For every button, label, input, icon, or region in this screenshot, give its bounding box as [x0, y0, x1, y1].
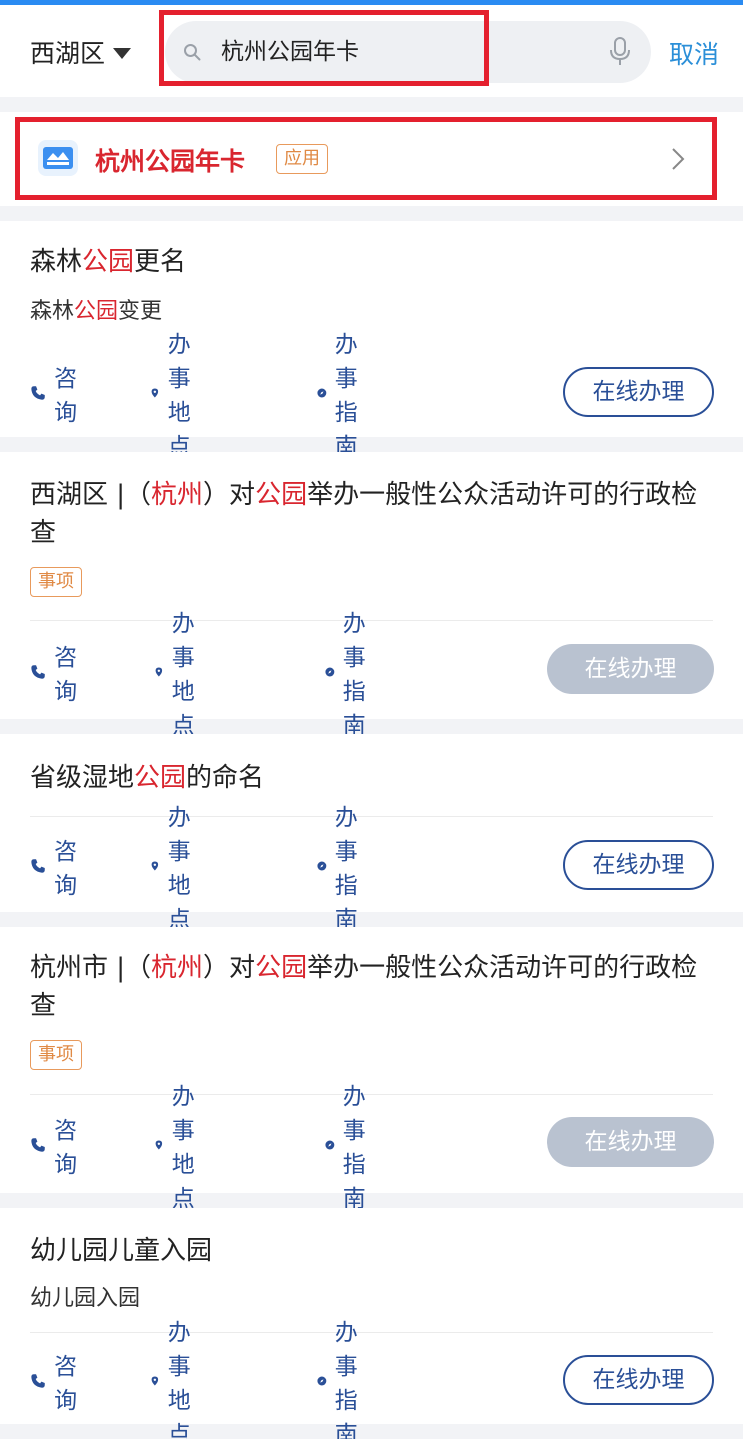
guide-button[interactable]: 办事指南 — [325, 611, 380, 739]
phone-icon — [31, 1374, 45, 1388]
result-title: 森林公园更名 — [30, 247, 187, 277]
guide-button[interactable]: 办事指南 — [317, 1320, 372, 1439]
location-pin-icon — [155, 1140, 163, 1150]
mic-icon[interactable] — [609, 37, 631, 67]
result-subtitle: 幼儿园入园 — [30, 1286, 141, 1311]
guide-button[interactable]: 办事指南 — [317, 805, 372, 933]
online-apply-button[interactable]: 在线办理 — [563, 367, 714, 417]
phone-icon — [31, 859, 45, 873]
phone-icon — [31, 386, 45, 400]
compass-icon — [325, 667, 335, 677]
result-subtitle: 森林公园变更 — [30, 299, 163, 324]
location-button[interactable]: 办事地点 — [150, 332, 205, 460]
location-pin-icon — [151, 388, 159, 398]
compass-icon — [317, 388, 327, 398]
result-card[interactable]: 幼儿园儿童入园 幼儿园入园 咨询 办事地点 办事指南 在线办理 — [0, 1208, 743, 1439]
online-apply-button[interactable]: 在线办理 — [563, 1355, 714, 1405]
online-apply-button-disabled[interactable]: 在线办理 — [547, 644, 714, 694]
caret-down-icon — [113, 48, 132, 59]
phone-icon — [31, 665, 45, 679]
online-apply-button[interactable]: 在线办理 — [563, 840, 714, 890]
cancel-button[interactable]: 取消 — [669, 35, 719, 71]
online-apply-button-disabled[interactable]: 在线办理 — [547, 1117, 714, 1167]
location-button[interactable]: 办事地点 — [154, 611, 209, 739]
result-card[interactable]: 森林公园更名 森林公园变更 咨询 办事地点 办事指南 在线办理 — [0, 221, 743, 460]
district-selector[interactable]: 西湖区 — [30, 35, 132, 69]
result-title: 杭州市 |（杭州）对公园举办一般性公众活动许可的行政检查 — [30, 953, 698, 1021]
location-button[interactable]: 办事地点 — [154, 1084, 209, 1212]
location-pin-icon — [151, 1376, 159, 1386]
compass-icon — [325, 1140, 335, 1150]
result-card[interactable]: 杭州市 |（杭州）对公园举办一般性公众活动许可的行政检查 事项 咨询 办事地点 … — [0, 927, 743, 1212]
phone-icon — [31, 1138, 45, 1152]
item-tag: 事项 — [30, 567, 82, 597]
result-title: 幼儿园儿童入园 — [30, 1236, 213, 1266]
item-tag: 事项 — [30, 1040, 82, 1070]
search-annotation-box — [159, 10, 489, 86]
guide-button[interactable]: 办事指南 — [317, 332, 372, 460]
result-title: 西湖区 |（杭州）对公园举办一般性公众活动许可的行政检查 — [30, 480, 698, 548]
result-card[interactable]: 西湖区 |（杭州）对公园举办一般性公众活动许可的行政检查 事项 咨询 办事地点 … — [0, 452, 743, 739]
app-annotation-box — [15, 117, 717, 200]
location-button[interactable]: 办事地点 — [150, 805, 205, 933]
compass-icon — [317, 1376, 327, 1386]
consult-button[interactable]: 咨询 — [30, 1118, 85, 1178]
guide-button[interactable]: 办事指南 — [325, 1084, 380, 1212]
consult-button[interactable]: 咨询 — [30, 366, 85, 426]
location-pin-icon — [155, 667, 163, 677]
result-card[interactable]: 省级湿地公园的命名 咨询 办事地点 办事指南 在线办理 — [0, 734, 743, 933]
location-pin-icon — [151, 861, 159, 871]
compass-icon — [317, 861, 327, 871]
location-button[interactable]: 办事地点 — [150, 1320, 205, 1439]
result-title: 省级湿地公园的命名 — [30, 763, 265, 793]
district-label: 西湖区 — [30, 39, 106, 68]
consult-button[interactable]: 咨询 — [30, 645, 85, 705]
consult-button[interactable]: 咨询 — [30, 839, 85, 899]
consult-button[interactable]: 咨询 — [30, 1354, 85, 1414]
